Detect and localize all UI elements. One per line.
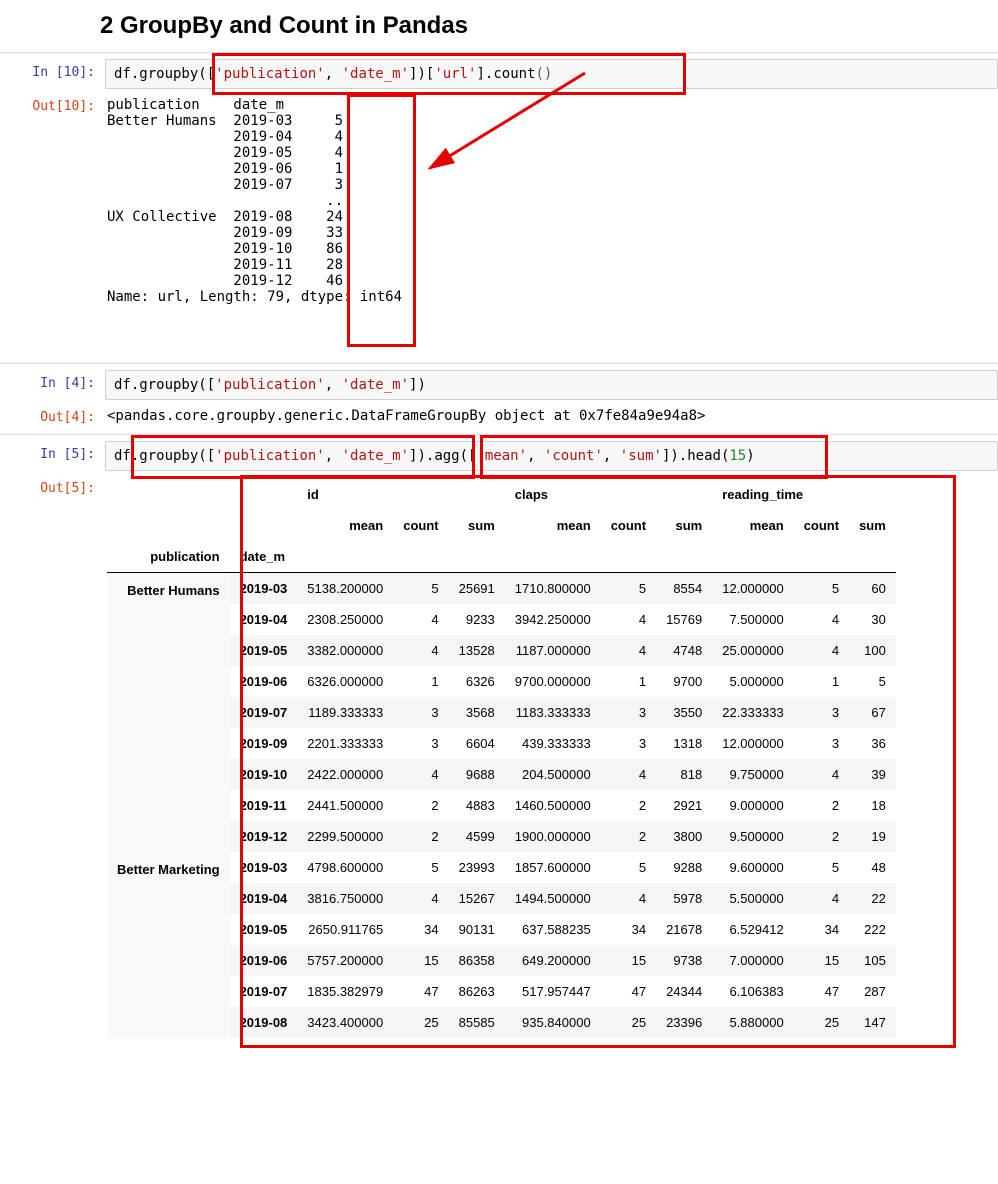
code-input[interactable]: df.groupby(['publication', 'date_m']).ag… [105,441,998,471]
divider [0,363,998,364]
prompt-out: Out[10]: [0,93,105,357]
cell-4-output: Out[4]: <pandas.core.groupby.generic.Dat… [0,402,998,430]
cell-4-input: In [4]: df.groupby(['publication', 'date… [0,368,998,402]
prompt-out: Out[4]: [0,404,105,428]
cell-10-input: In [10]: df.groupby(['publication', 'dat… [0,57,998,91]
cell-5-output: Out[5]: idclapsreading_timemeancountsumm… [0,473,998,1044]
cell-10-output: Out[10]: publication date_m Better Human… [0,91,998,359]
prompt-in: In [10]: [0,59,105,89]
prompt-in: In [5]: [0,441,105,471]
divider [0,52,998,53]
section-heading: 2 GroupBy and Count in Pandas [100,12,998,40]
table-row: Better Humans2019-035138.200000525691171… [107,573,896,605]
highlight-box [347,94,416,347]
table-row: Better Marketing2019-034798.600000523993… [107,852,896,883]
cell-5-input: In [5]: df.groupby(['publication', 'date… [0,439,998,473]
code-output: publication date_m Better Humans 2019-03… [105,93,998,357]
prompt-out: Out[5]: [0,475,105,1042]
code-output: <pandas.core.groupby.generic.DataFrameGr… [105,404,998,428]
code-output: idclapsreading_timemeancountsummeancount… [105,475,998,1042]
dataframe-table: idclapsreading_timemeancountsummeancount… [107,479,896,1038]
prompt-in: In [4]: [0,370,105,400]
code-input[interactable]: df.groupby(['publication', 'date_m']) [105,370,998,400]
code-input[interactable]: df.groupby(['publication', 'date_m'])['u… [105,59,998,89]
divider [0,434,998,435]
